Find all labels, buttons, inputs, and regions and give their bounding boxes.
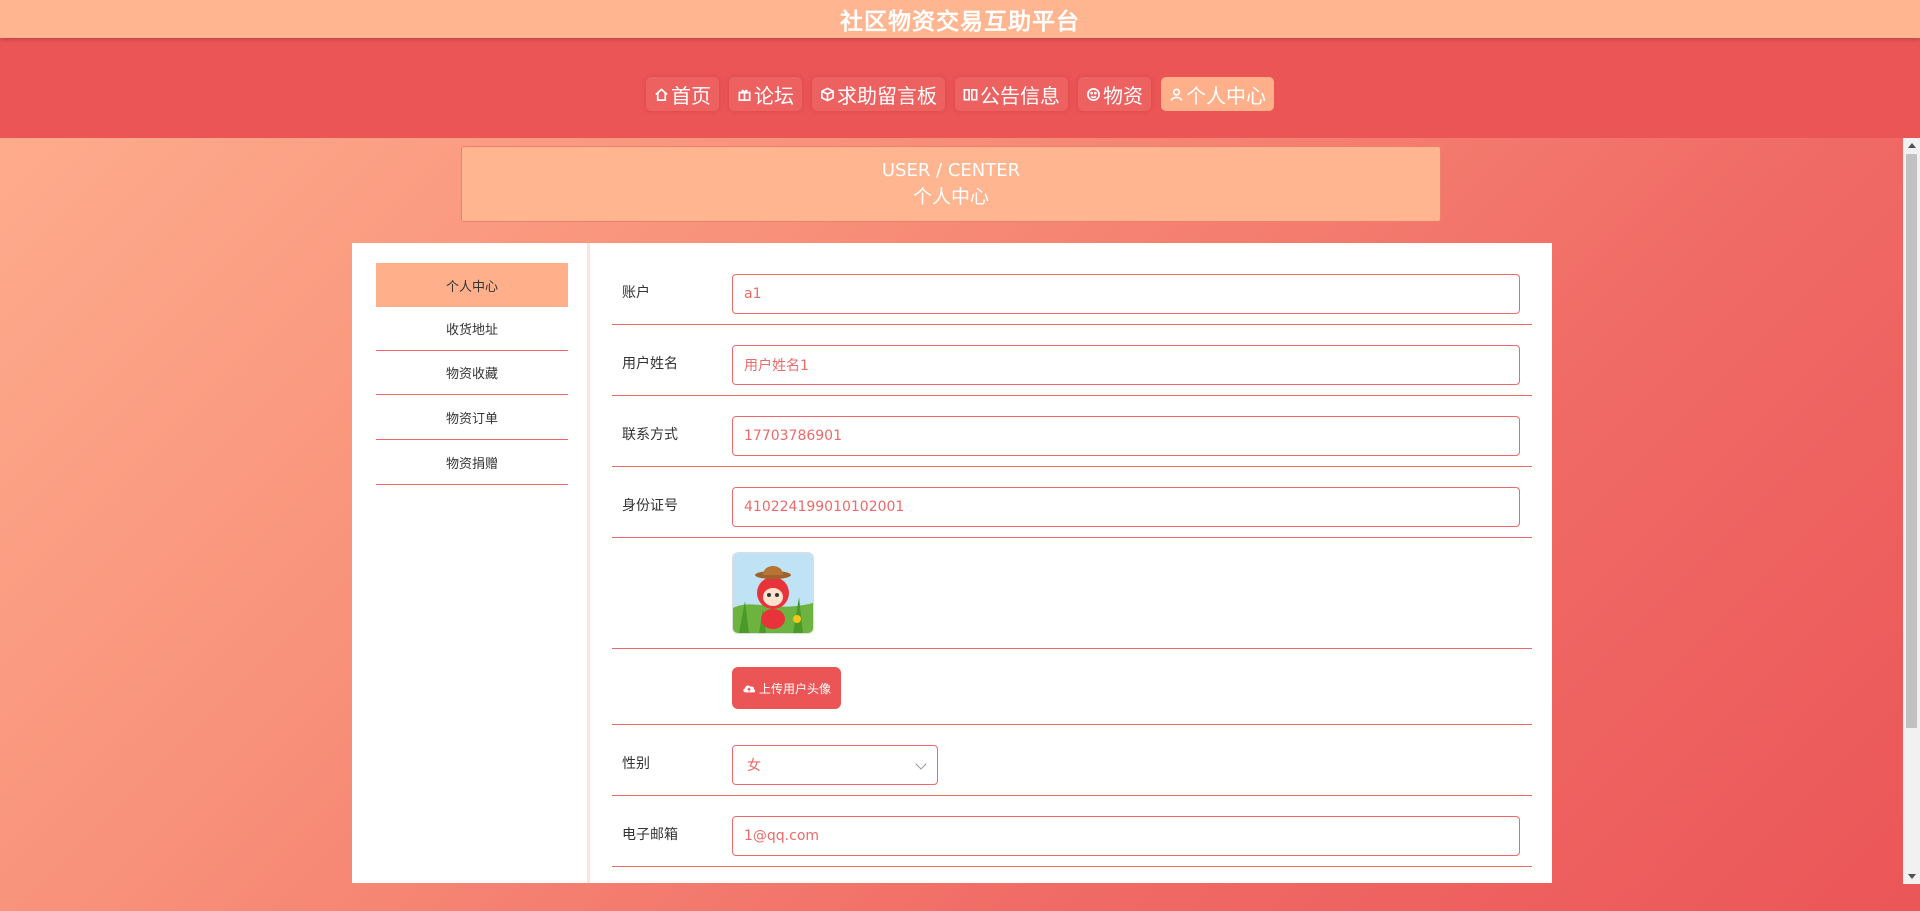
sidebar-item-favorites[interactable]: 物资收藏: [376, 351, 568, 395]
nav-label: 物资: [1103, 83, 1143, 108]
book-icon: [963, 88, 978, 100]
sidebar-item-address[interactable]: 收货地址: [376, 307, 568, 351]
chevron-down-icon: [915, 758, 927, 770]
sidebar-item-orders[interactable]: 物资订单: [376, 396, 568, 440]
sidebar: 个人中心 收货地址 物资收藏 物资订单 物资捐赠: [352, 243, 590, 883]
scroll-down-icon[interactable]: [1908, 874, 1916, 879]
form-row-upload: 上传用户头像: [612, 649, 1532, 725]
nav-label: 论坛: [754, 83, 794, 108]
scroll-thumb[interactable]: [1906, 154, 1917, 728]
nav-label: 公告信息: [980, 83, 1060, 108]
nav-label: 求助留言板: [837, 83, 937, 108]
site-title: 社区物资交易互助平台: [840, 9, 1080, 35]
email-label: 电子邮箱: [622, 827, 678, 843]
form-row-phone: 联系方式: [612, 396, 1532, 467]
box-icon: [821, 86, 834, 102]
gift-icon: [738, 89, 751, 101]
page-scrollbar[interactable]: [1903, 138, 1920, 884]
cloud-upload-icon: [743, 685, 756, 693]
upload-avatar-label: 上传用户头像: [759, 681, 832, 696]
banner-title-cn: 个人中心: [912, 186, 989, 208]
phone-input[interactable]: [732, 416, 1520, 456]
email-input[interactable]: [732, 816, 1520, 856]
gender-value: 女: [747, 758, 761, 774]
name-input[interactable]: [732, 345, 1520, 385]
form-row-gender: 性别 女: [612, 725, 1532, 796]
idcard-input[interactable]: [732, 487, 1520, 527]
upload-avatar-button[interactable]: 上传用户头像: [732, 667, 842, 709]
name-label: 用户姓名: [622, 356, 678, 372]
nav-item-user-center[interactable]: 个人中心: [1161, 77, 1274, 111]
nav-item-home[interactable]: 首页: [646, 77, 719, 111]
form-row-avatar: [612, 538, 1532, 649]
nav-label: 首页: [671, 83, 711, 108]
banner-title-en: USER / CENTER: [881, 160, 1021, 181]
form-row-name: 用户姓名: [612, 325, 1532, 396]
user-icon: [1170, 88, 1183, 101]
nav-item-announcements[interactable]: 公告信息: [955, 77, 1068, 111]
sidebar-item-user-center[interactable]: 个人中心: [376, 263, 568, 307]
nav-item-forum[interactable]: 论坛: [729, 77, 802, 111]
avatar: [732, 552, 814, 634]
gender-select[interactable]: 女: [732, 745, 938, 785]
page-banner: USER / CENTER 个人中心: [461, 146, 1441, 222]
form-row-account: 账户: [612, 243, 1532, 325]
idcard-label: 身份证号: [622, 498, 678, 514]
main-nav: 首页 论坛 求助留言板 公告信息 物资 个人中心: [0, 38, 1920, 138]
form-row-idcard: 身份证号: [612, 467, 1532, 538]
account-label: 账户: [622, 285, 650, 301]
form-row-email: 电子邮箱: [612, 796, 1532, 867]
scroll-up-icon[interactable]: [1908, 143, 1916, 148]
sidebar-item-donations[interactable]: 物资捐赠: [376, 441, 568, 485]
gender-label: 性别: [622, 756, 650, 772]
nav-item-help-board[interactable]: 求助留言板: [812, 77, 945, 111]
phone-label: 联系方式: [622, 427, 678, 443]
smile-icon: [1087, 87, 1100, 101]
nav-item-materials[interactable]: 物资: [1078, 77, 1151, 111]
user-center-panel: 个人中心 收货地址 物资收藏 物资订单 物资捐赠 账户 用户姓名 联系方式 身份…: [352, 243, 1552, 883]
home-icon: [655, 87, 668, 101]
nav-label: 个人中心: [1186, 83, 1266, 108]
account-input[interactable]: [732, 274, 1520, 314]
top-bar: 社区物资交易互助平台: [0, 0, 1920, 38]
avatar-image: [733, 553, 813, 633]
